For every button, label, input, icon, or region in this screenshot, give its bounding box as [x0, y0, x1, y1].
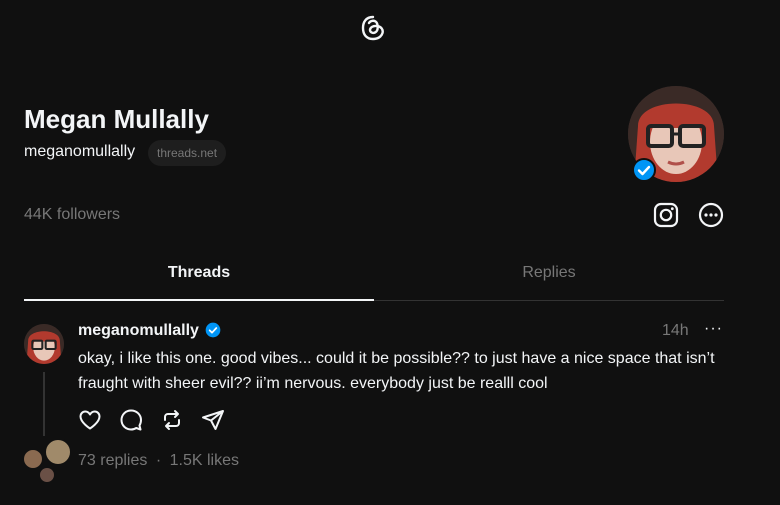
post-avatar[interactable] [24, 324, 64, 364]
likes-count[interactable]: 1.5K likes [170, 452, 239, 469]
replies-count[interactable]: 73 replies [78, 452, 147, 469]
reply-avatar [38, 466, 56, 484]
tab-replies[interactable]: Replies [374, 264, 724, 282]
repost-icon[interactable] [160, 408, 184, 432]
verified-icon [632, 158, 656, 182]
tab-threads[interactable]: Threads [24, 264, 374, 282]
domain-badge: threads.net [148, 140, 227, 166]
tab-active-indicator [24, 299, 374, 301]
reply-avatar [44, 438, 72, 466]
stats-separator: · [155, 452, 162, 469]
post-stats: 73 replies · 1.5K likes [78, 452, 239, 470]
tab-divider [374, 300, 724, 301]
heart-icon[interactable] [78, 408, 102, 432]
thread-line [43, 372, 45, 436]
post-username[interactable]: meganomullally [78, 322, 199, 340]
instagram-icon[interactable] [652, 201, 680, 229]
reply-avatar [22, 448, 44, 470]
reply-avatars[interactable] [22, 438, 72, 484]
verified-icon [205, 322, 221, 338]
comment-icon[interactable] [119, 408, 143, 432]
threads-logo-icon[interactable] [359, 14, 387, 42]
profile-handle: meganomullally [24, 143, 136, 160]
more-circle-icon[interactable] [697, 201, 725, 229]
profile-name: Megan Mullally [24, 104, 209, 134]
post-more-button[interactable]: ··· [704, 320, 723, 338]
post-time[interactable]: 14h [662, 322, 689, 340]
post-text: okay, i like this one. good vibes... cou… [78, 350, 715, 392]
share-icon[interactable] [201, 408, 225, 432]
followers-count[interactable]: 44K followers [24, 206, 120, 224]
